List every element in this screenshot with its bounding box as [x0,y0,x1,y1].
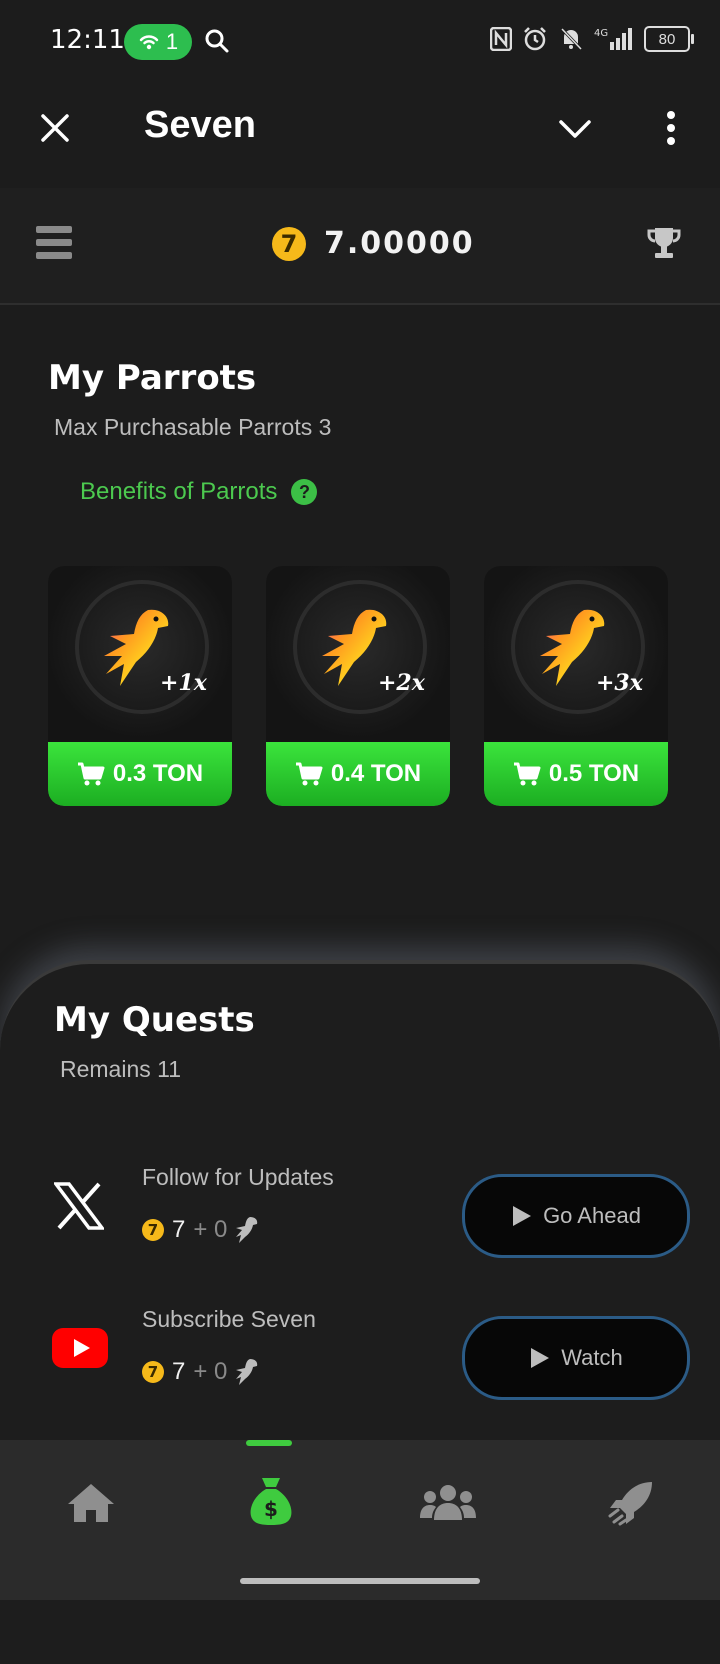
hotspot-count: 1 [165,29,179,54]
alarm-icon [524,27,546,51]
parrot-card-3: +3x 0.5 TON [484,566,668,806]
hotspot-indicator: 1 [124,24,192,60]
chevron-down-icon[interactable] [558,118,592,140]
parrot-multiplier: +3x [596,670,643,696]
boost-icon[interactable] [608,1480,656,1526]
quest-title: Subscribe Seven [142,1306,316,1332]
benefits-link-label: Benefits of Parrots [80,478,278,505]
reward-parrots: + 0 [193,1216,228,1243]
seven-coin-icon: 7 [142,1361,164,1383]
watch-label: Watch [561,1345,623,1370]
youtube-logo-icon [52,1328,108,1368]
parrot-price: 0.3 TON [112,760,204,787]
quest-reward: 7 7 + 0 [142,1358,259,1386]
signal-4g-icon: 4G [594,28,632,50]
parrot-multiplier: +2x [378,670,425,696]
cart-icon [295,762,323,786]
benefits-link[interactable]: Benefits of Parrots ? [80,478,318,506]
status-bar: 12:11 1 4G 80 [0,0,720,84]
go-ahead-button[interactable]: Go Ahead [462,1174,690,1258]
seven-coin-icon: 7 [142,1219,164,1241]
quest-title: Follow for Updates [142,1164,334,1190]
status-icons: 4G 80 [490,26,694,52]
parrot-card-art: +3x [484,566,668,742]
friends-icon[interactable] [420,1484,476,1522]
parrot-silhouette-icon [236,1359,258,1385]
reward-coins: 7 [172,1358,186,1385]
help-icon[interactable]: ? [291,479,318,505]
quests-section-title: My Quests [54,1000,255,1040]
reward-parrots: + 0 [193,1358,228,1385]
trophy-icon[interactable] [646,226,682,260]
status-time: 12:11 [50,25,125,55]
balance-value: 7.00000 [324,226,475,261]
go-ahead-label: Go Ahead [543,1203,641,1228]
system-home-indicator[interactable] [240,1578,480,1584]
parrot-multiplier: +1x [160,670,207,696]
app-title: Seven [144,104,256,146]
quest-reward: 7 7 + 0 [142,1216,259,1244]
svg-text:$: $ [264,1497,278,1521]
reward-coins: 7 [172,1216,186,1243]
hotspot-icon [139,35,159,50]
nfc-icon [490,27,512,51]
cart-icon [513,762,541,786]
max-parrots-label: Max Purchasable Parrots 3 [54,414,332,440]
network-label: 4G [594,28,608,39]
parrot-card-1: +1x 0.3 TON [48,566,232,806]
money-bag-icon[interactable]: $ [248,1476,294,1526]
parrots-section-title: My Parrots [48,358,257,398]
more-options-icon[interactable] [664,110,678,146]
seven-coin-icon: 7 [272,226,306,261]
balance-display: 7 7.00000 [272,226,475,261]
buy-parrot-button[interactable]: 0.3 TON [48,742,232,806]
active-tab-indicator [246,1440,292,1446]
quests-remains: Remains 11 [60,1056,182,1082]
cart-icon [77,762,105,786]
mute-bell-icon [560,27,583,51]
menu-icon[interactable] [36,226,74,260]
parrot-card-2: +2x 0.4 TON [266,566,450,806]
play-icon [513,1206,532,1226]
parrot-silhouette-icon [236,1217,258,1243]
play-icon [531,1348,550,1368]
home-icon[interactable] [66,1482,116,1524]
parrot-price: 0.5 TON [548,760,640,787]
app-bar [0,84,720,184]
battery-level: 80 [658,30,676,48]
buy-parrot-button[interactable]: 0.5 TON [484,742,668,806]
search-icon [205,29,229,53]
close-icon[interactable] [40,113,70,143]
x-logo-icon [54,1182,104,1230]
parrot-card-art: +1x [48,566,232,742]
buy-parrot-button[interactable]: 0.4 TON [266,742,450,806]
parrot-price: 0.4 TON [330,760,422,787]
watch-button[interactable]: Watch [462,1316,690,1400]
battery-indicator: 80 [644,26,694,52]
parrot-card-art: +2x [266,566,450,742]
